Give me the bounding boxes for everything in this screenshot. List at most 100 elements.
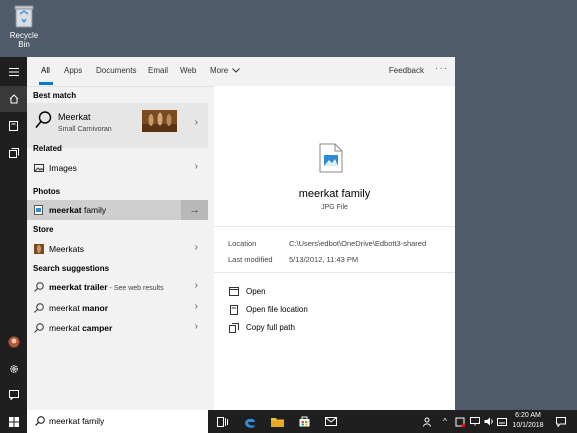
- more-options-button[interactable]: ···: [435, 63, 448, 74]
- network-button[interactable]: [468, 410, 482, 433]
- last-modified-value: 5/13/2012, 11:43 PM: [289, 255, 359, 264]
- recycle-bin-shortcut[interactable]: Recycle Bin: [4, 4, 44, 49]
- show-hidden-icons-button[interactable]: ^: [438, 410, 452, 433]
- open-file-location-label: Open file location: [246, 305, 308, 314]
- best-match-subtitle: Small Carnivoran: [58, 126, 112, 133]
- chevron-down-icon: [232, 68, 241, 73]
- edge-icon: [245, 418, 255, 428]
- open-arrow-button[interactable]: →: [181, 200, 208, 220]
- mail-button[interactable]: [318, 410, 344, 433]
- best-match-item[interactable]: Meerkat Small Carnivoran ›: [27, 103, 208, 148]
- system-clock[interactable]: 6:20 AM 10/1/2018: [508, 411, 548, 431]
- network-icon: [470, 417, 480, 426]
- tab-documents[interactable]: Documents: [96, 66, 136, 75]
- store-app-icon: [34, 244, 44, 254]
- search-icon: [34, 303, 44, 313]
- task-view-button[interactable]: [209, 410, 235, 433]
- task-view-icon: [216, 416, 228, 427]
- store-button[interactable]: [291, 410, 317, 433]
- preview-subtitle: JPG File: [321, 204, 348, 211]
- folder-icon: [228, 304, 239, 315]
- chevron-right-icon: ›: [194, 301, 198, 312]
- photo-file-icon: [34, 205, 43, 215]
- chevron-right-icon: ›: [194, 117, 198, 128]
- avatar: [8, 336, 19, 348]
- search-icon: [35, 416, 45, 426]
- input-indicator-button[interactable]: [495, 410, 509, 433]
- store-heading: Store: [33, 225, 54, 234]
- suggestion-label: meerkat trailer - See web results: [49, 282, 164, 292]
- feedback-icon: [8, 390, 19, 400]
- windows-logo-icon: [8, 416, 19, 427]
- folder-icon: [270, 417, 284, 427]
- open-action[interactable]: Open: [228, 286, 266, 297]
- preview-title: meerkat family: [298, 188, 371, 200]
- people-button[interactable]: [419, 410, 437, 433]
- best-match-title: Meerkat: [58, 112, 91, 122]
- preview-pane: meerkat family JPG File Location C:\User…: [214, 86, 455, 410]
- photo-result-label: meerkat family: [49, 205, 106, 215]
- copy-full-path-action[interactable]: Copy full path: [228, 322, 295, 333]
- best-match-heading: Best match: [33, 91, 77, 100]
- open-label: Open: [246, 287, 266, 296]
- search-input[interactable]: [49, 414, 204, 428]
- suggestion-item[interactable]: meerkat camper ›: [27, 318, 208, 338]
- onedrive-icon: [455, 417, 465, 427]
- action-center-button[interactable]: [550, 410, 572, 433]
- tab-all[interactable]: All: [41, 66, 50, 75]
- copy-icon: [228, 322, 239, 333]
- notebook-icon: [9, 121, 18, 131]
- location-value: C:\Users\edbot\OneDrive\Edbott3-shared: [289, 239, 427, 248]
- taskbar-search-box[interactable]: [27, 410, 208, 433]
- onedrive-button[interactable]: [453, 410, 467, 433]
- chevron-right-icon: ›: [194, 321, 198, 332]
- search-suggestions-heading: Search suggestions: [33, 264, 110, 273]
- people-icon: [423, 417, 431, 427]
- related-images-label: Images: [49, 163, 77, 173]
- notification-icon: [556, 416, 566, 427]
- keyboard-icon: [497, 417, 507, 426]
- photo-result-item[interactable]: meerkat family →: [27, 200, 208, 220]
- photo-result-rest: family: [81, 205, 107, 215]
- image-icon: [34, 164, 44, 172]
- meerkat-thumbnail: [142, 110, 177, 132]
- start-button[interactable]: [0, 410, 27, 433]
- speaker-icon: [484, 417, 493, 426]
- chevron-right-icon: ›: [194, 161, 198, 172]
- search-icon: [34, 323, 44, 333]
- clock-date: 10/1/2018: [512, 422, 544, 429]
- tab-web[interactable]: Web: [180, 66, 196, 75]
- recycle-bin-icon: [13, 4, 35, 28]
- mail-icon: [325, 417, 337, 426]
- store-item[interactable]: Meerkats ›: [27, 239, 208, 259]
- user-account-button[interactable]: [0, 329, 27, 355]
- photo-result-bold: meerkat: [49, 205, 82, 215]
- feedback-hub-button[interactable]: [0, 382, 27, 408]
- related-images-item[interactable]: Images ›: [27, 158, 208, 178]
- home-button[interactable]: [0, 86, 27, 112]
- search-icon: [35, 111, 52, 129]
- suggestion-item[interactable]: meerkat trailer - See web results ›: [27, 277, 208, 297]
- suggestion-hint: - See web results: [107, 285, 164, 292]
- open-icon: [228, 286, 239, 297]
- feedback-link[interactable]: Feedback: [389, 66, 424, 75]
- settings-button[interactable]: [0, 356, 27, 382]
- tab-more[interactable]: More: [210, 66, 241, 75]
- collections-button[interactable]: [0, 140, 27, 166]
- chevron-right-icon: ›: [194, 242, 198, 253]
- volume-button[interactable]: [482, 410, 496, 433]
- tab-more-label: More: [210, 66, 229, 75]
- file-explorer-button[interactable]: [264, 410, 290, 433]
- notebook-button[interactable]: [0, 113, 27, 139]
- store-bag-icon: [299, 416, 309, 427]
- edge-button[interactable]: [237, 410, 263, 433]
- start-search-panel: All Apps Documents Email Web More Feedba…: [0, 57, 455, 410]
- recycle-bin-label: Recycle Bin: [9, 31, 39, 49]
- suggestion-item[interactable]: meerkat manor ›: [27, 298, 208, 318]
- tab-email[interactable]: Email: [148, 66, 168, 75]
- open-file-location-action[interactable]: Open file location: [228, 304, 308, 315]
- tab-apps[interactable]: Apps: [64, 66, 82, 75]
- collections-icon: [8, 148, 19, 158]
- location-label: Location: [228, 239, 257, 248]
- hamburger-menu-button[interactable]: [0, 59, 27, 85]
